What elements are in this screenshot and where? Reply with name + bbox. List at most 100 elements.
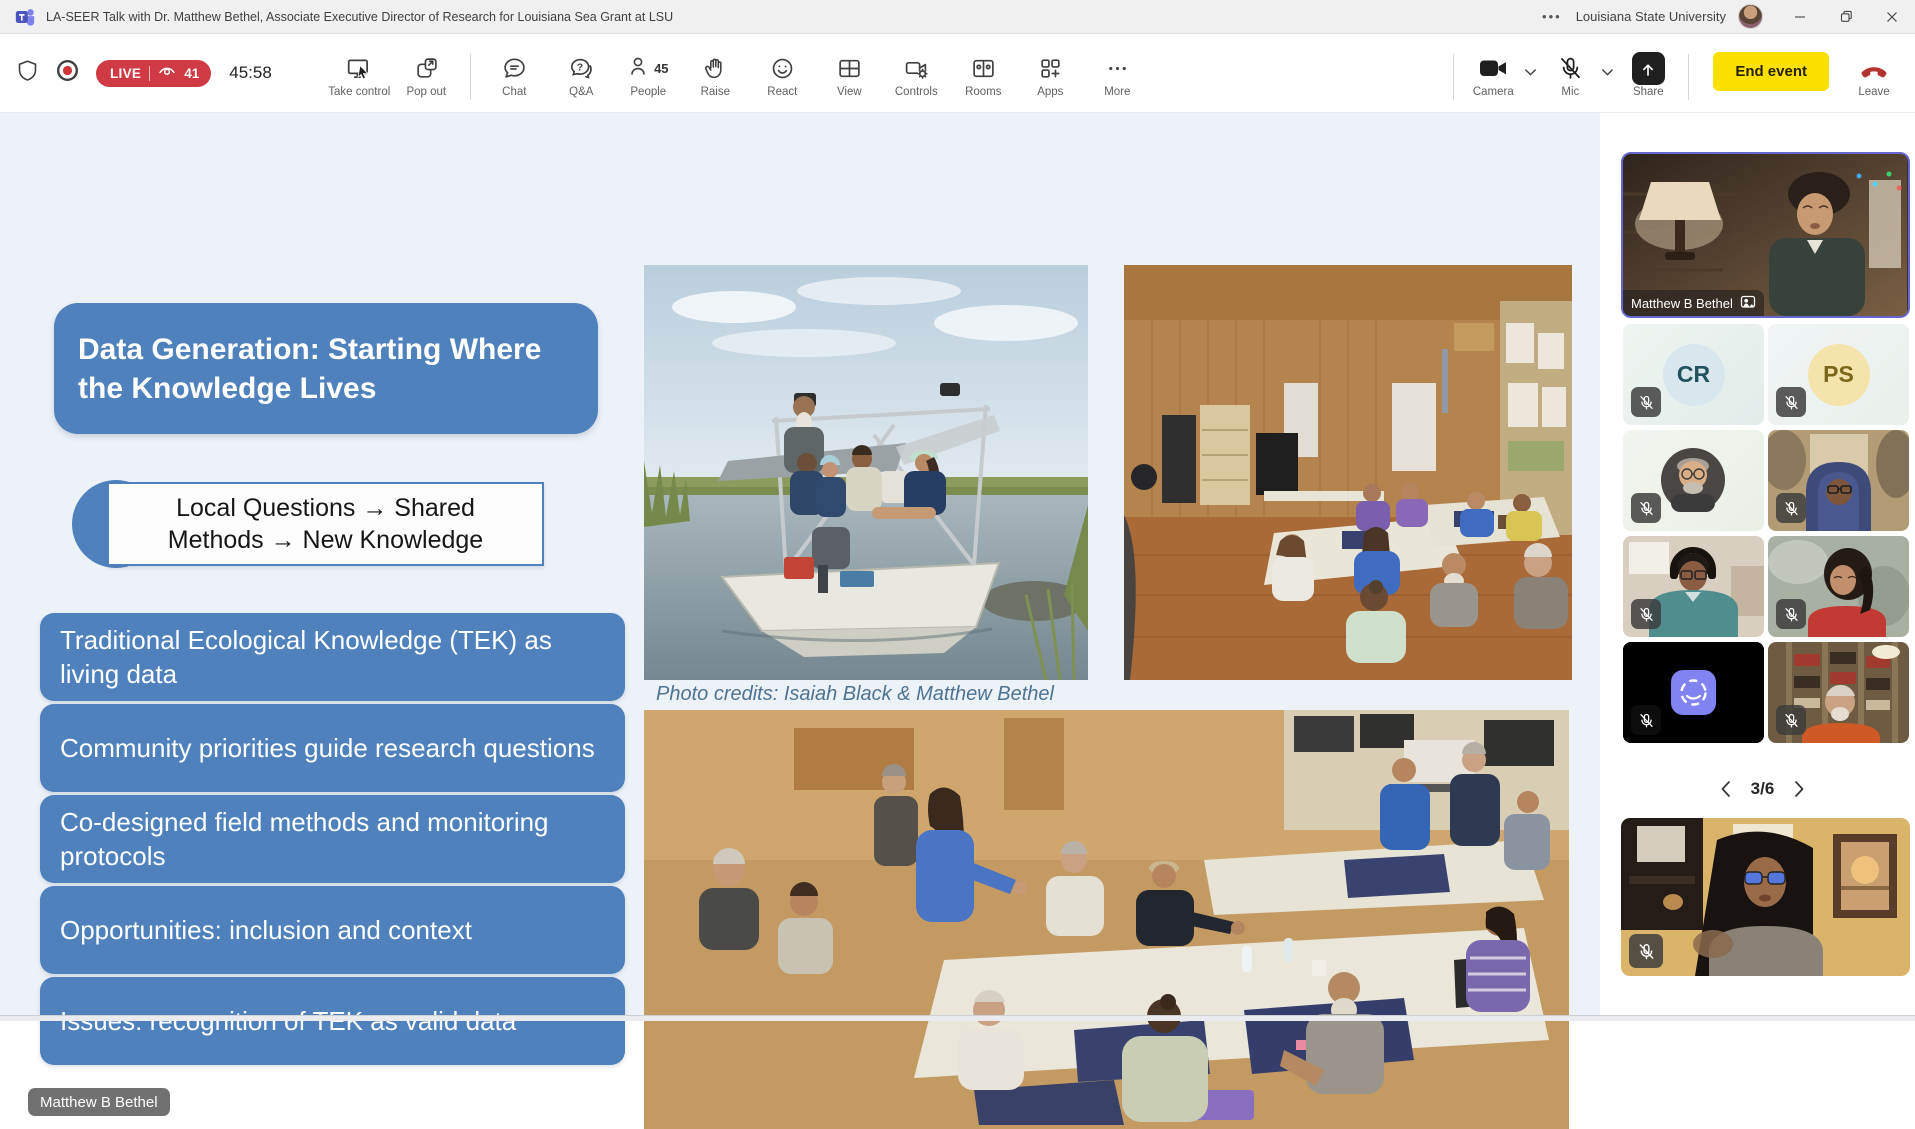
teams-logo-icon bbox=[14, 6, 36, 28]
slide-flow-box: Local Questions → Shared Methods → New K… bbox=[107, 482, 544, 566]
react-label: React bbox=[767, 86, 797, 98]
mic-muted-badge bbox=[1631, 705, 1661, 735]
apps-icon bbox=[1038, 55, 1063, 82]
page-previous-icon[interactable] bbox=[1720, 780, 1731, 798]
leave-button[interactable]: Leave bbox=[1847, 46, 1901, 98]
mic-muted-badge bbox=[1631, 493, 1661, 523]
view-grid-icon bbox=[837, 55, 862, 82]
pop-out-icon bbox=[414, 55, 439, 82]
slide-bullet: Issues: recognition of TEK as valid data bbox=[40, 977, 625, 1065]
people-count-badge: 45 bbox=[654, 61, 668, 76]
shared-content-stage: Data Generation: Starting Where the Know… bbox=[0, 113, 1600, 1021]
viewer-eye-icon bbox=[158, 64, 176, 82]
participant-tile-video[interactable] bbox=[1768, 642, 1909, 743]
live-divider bbox=[149, 66, 150, 81]
rooms-icon bbox=[971, 55, 996, 82]
participant-tile-ps[interactable]: PS bbox=[1768, 324, 1909, 425]
controls-button[interactable]: Controls bbox=[883, 46, 950, 98]
active-speaker-tile[interactable]: Matthew B Bethel bbox=[1621, 152, 1910, 318]
recording-indicator-icon bbox=[55, 58, 80, 88]
mic-chevron-down-icon[interactable] bbox=[1601, 46, 1614, 82]
qna-icon: ? bbox=[569, 55, 594, 82]
raise-hand-button[interactable]: Raise bbox=[682, 46, 749, 98]
mic-muted-badge bbox=[1629, 934, 1663, 968]
qna-button[interactable]: ? Q&A bbox=[548, 46, 615, 98]
speaker-name-text: Matthew B Bethel bbox=[1631, 296, 1733, 311]
more-button[interactable]: More bbox=[1084, 46, 1151, 98]
rooms-label: Rooms bbox=[965, 86, 1001, 98]
meeting-title: LA-SEER Talk with Dr. Matthew Bethel, As… bbox=[46, 10, 673, 24]
live-label: LIVE bbox=[110, 66, 141, 81]
react-smiley-icon bbox=[770, 55, 795, 82]
spotlight-icon bbox=[1740, 294, 1756, 312]
camera-icon bbox=[1479, 55, 1508, 82]
gallery-pagination: 3/6 bbox=[1610, 774, 1915, 804]
mic-muted-badge bbox=[1776, 493, 1806, 523]
photo-credits: Photo credits: Isaiah Black & Matthew Be… bbox=[656, 683, 1054, 706]
participant-tile-camera-off[interactable] bbox=[1623, 642, 1764, 743]
slide-photo-maptable bbox=[644, 710, 1569, 1129]
security-shield-icon[interactable] bbox=[16, 59, 39, 87]
more-label: More bbox=[1104, 86, 1130, 98]
share-icon bbox=[1632, 52, 1665, 85]
take-control-icon bbox=[346, 55, 372, 82]
view-button[interactable]: View bbox=[816, 46, 883, 98]
slide-bullet: Community priorities guide research ques… bbox=[40, 704, 625, 792]
speaker-name-label: Matthew B Bethel bbox=[1623, 290, 1764, 316]
slide-bullet: Traditional Ecological Knowledge (TEK) a… bbox=[40, 613, 625, 701]
mic-muted-badge bbox=[1631, 387, 1661, 417]
toolbar-divider bbox=[470, 54, 471, 100]
share-button[interactable]: Share bbox=[1618, 46, 1678, 98]
mic-muted-badge bbox=[1776, 387, 1806, 417]
self-view-tile[interactable] bbox=[1621, 818, 1910, 976]
slide-title: Data Generation: Starting Where the Know… bbox=[54, 303, 598, 434]
participant-tile-video[interactable] bbox=[1768, 536, 1909, 637]
toolbar-divider bbox=[1688, 54, 1689, 100]
leave-phone-icon bbox=[1859, 55, 1889, 82]
view-label: View bbox=[837, 86, 862, 98]
people-icon bbox=[628, 54, 652, 84]
participant-initials: CR bbox=[1663, 344, 1725, 406]
participant-tile-video[interactable] bbox=[1623, 536, 1764, 637]
qna-label: Q&A bbox=[569, 86, 593, 98]
mic-button[interactable]: Mic bbox=[1541, 46, 1599, 98]
people-button[interactable]: 45 People bbox=[615, 46, 682, 98]
participant-tile-cr[interactable]: CR bbox=[1623, 324, 1764, 425]
mic-muted-badge bbox=[1776, 705, 1806, 735]
camera-button[interactable]: Camera bbox=[1464, 46, 1522, 98]
more-dots-icon bbox=[1105, 55, 1130, 82]
mic-label: Mic bbox=[1561, 86, 1579, 98]
leave-label: Leave bbox=[1858, 86, 1889, 98]
mic-muted-icon bbox=[1558, 55, 1583, 82]
live-badge: LIVE 41 bbox=[96, 60, 211, 87]
pop-out-label: Pop out bbox=[406, 86, 446, 98]
slide-bullet: Opportunities: inclusion and context bbox=[40, 886, 625, 974]
people-label: People bbox=[630, 86, 666, 98]
user-avatar[interactable] bbox=[1738, 4, 1763, 29]
pop-out-button[interactable]: Pop out bbox=[393, 46, 460, 98]
take-control-button[interactable]: Take control bbox=[326, 46, 393, 98]
toolbar-divider bbox=[1453, 54, 1454, 100]
camera-chevron-down-icon[interactable] bbox=[1524, 46, 1537, 82]
chat-label: Chat bbox=[502, 86, 526, 98]
viewer-count: 41 bbox=[184, 66, 199, 81]
window-bottom-edge bbox=[0, 1015, 1915, 1021]
camera-label: Camera bbox=[1473, 86, 1514, 98]
participant-tile-video[interactable] bbox=[1768, 430, 1909, 531]
raise-hand-icon bbox=[703, 55, 728, 82]
close-button[interactable] bbox=[1869, 0, 1915, 33]
svg-text:?: ? bbox=[577, 63, 583, 74]
participant-tile-avatar[interactable] bbox=[1623, 430, 1764, 531]
apps-button[interactable]: Apps bbox=[1017, 46, 1084, 98]
rooms-button[interactable]: Rooms bbox=[950, 46, 1017, 98]
meeting-timer: 45:58 bbox=[229, 63, 272, 83]
react-button[interactable]: React bbox=[749, 46, 816, 98]
page-next-icon[interactable] bbox=[1794, 780, 1805, 798]
chat-button[interactable]: Chat bbox=[481, 46, 548, 98]
restore-button[interactable] bbox=[1823, 0, 1869, 33]
presenter-name-pill: Matthew B Bethel bbox=[28, 1088, 170, 1116]
minimize-button[interactable] bbox=[1777, 0, 1823, 33]
end-event-button[interactable]: End event bbox=[1713, 52, 1829, 91]
controls-camera-gear-icon bbox=[904, 55, 929, 82]
titlebar-overflow-icon[interactable]: ••• bbox=[1528, 9, 1576, 24]
